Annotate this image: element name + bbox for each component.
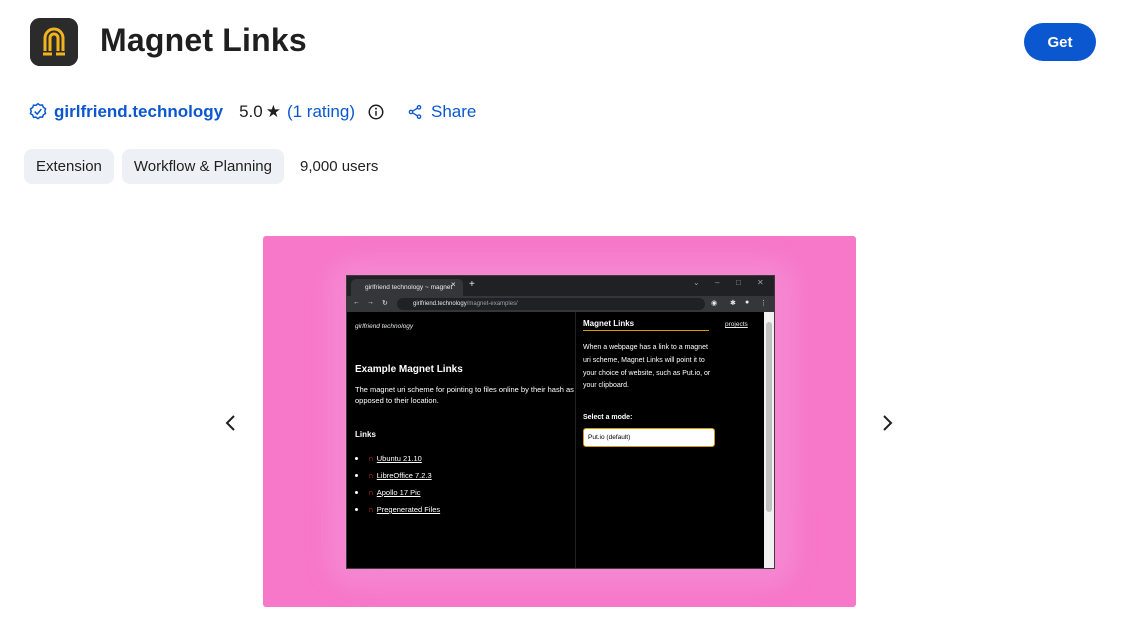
menu-icon: ⋮ [760, 300, 767, 307]
links-list: ∩ Ubuntu 21.10 ∩ LibreOffice 7.2.3 ∩ Apollo… [355, 450, 440, 518]
popup-title: Magnet Links [583, 319, 709, 331]
meta-row: girlfriend.technology 5.0 ★ (1 rating) S… [28, 100, 476, 124]
link-pregenerated: Pregenerated Files [376, 505, 441, 514]
example-heading: Example Magnet Links [355, 364, 463, 375]
user-count: 9,000 users [300, 158, 379, 175]
scroll-thumb [766, 322, 772, 512]
plus-icon: + [469, 279, 475, 290]
publisher-link[interactable]: girlfriend.technology [54, 102, 223, 122]
chip-extension[interactable]: Extension [24, 149, 114, 184]
app-title: Magnet Links [100, 22, 307, 58]
magnet-icon [30, 18, 78, 66]
list-item: ∩ Apollo 17 Pic [355, 484, 440, 501]
magnet-icon: ∩ [368, 454, 374, 463]
chevron-down-icon: ⌄ [693, 278, 700, 287]
share-icon [408, 105, 422, 119]
puzzle-icon: ✱ [730, 300, 736, 307]
browser-url: girlfriend.technology/magnet-examples/ [397, 298, 705, 310]
magnet-icon: ∩ [368, 505, 374, 514]
popup-mode-select: Put.io (default) [583, 428, 715, 447]
carousel-prev-button[interactable] [218, 410, 244, 436]
page-scrollbar [764, 312, 774, 568]
rating-count-wrapper: (1 rating) [286, 102, 355, 121]
forward-icon: → [367, 299, 374, 306]
close-icon: × [451, 280, 456, 289]
app-icon [30, 18, 78, 66]
reload-icon: ↻ [382, 300, 388, 307]
link-ubuntu: Ubuntu 21.10 [376, 454, 422, 463]
share-button[interactable]: Share [407, 102, 476, 122]
star-icon: ★ [265, 102, 281, 121]
category-chips: Extension Workflow & Planning 9,000 user… [24, 149, 378, 184]
rating-value: 5.0 [239, 102, 263, 121]
list-item: ∩ Pregenerated Files [355, 501, 440, 518]
link-libreoffice: LibreOffice 7.2.3 [376, 471, 432, 480]
verified-icon [29, 102, 47, 120]
link-apollo: Apollo 17 Pic [376, 488, 421, 497]
carousel-next-button[interactable] [874, 410, 900, 436]
chip-workflow-planning[interactable]: Workflow & Planning [121, 149, 284, 184]
browser-tab: girlfriend technology ~ magnet [351, 279, 463, 296]
profile-icon: ● [745, 299, 750, 306]
extension-icon: ◉ [711, 300, 718, 307]
magnet-icon: ∩ [368, 488, 374, 497]
popup-text: When a webpage has a link to a magnet ur… [583, 344, 711, 390]
screenshot-slide[interactable]: girlfriend technology ~ magnet × + ⌄ – □… [263, 236, 856, 607]
url-path: /magnet-examples/ [466, 301, 518, 307]
links-heading: Links [355, 430, 376, 439]
share-label: Share [431, 102, 477, 121]
list-item: ∩ Ubuntu 21.10 [355, 450, 440, 467]
minimize-icon: – [715, 278, 720, 287]
site-logo: girlfriend technology [355, 323, 414, 330]
get-button[interactable]: Get [1024, 23, 1096, 61]
projects-link: projects [725, 321, 748, 328]
browser-mockup: girlfriend technology ~ magnet × + ⌄ – □… [346, 275, 775, 569]
browser-tabbar: girlfriend technology ~ magnet × + ⌄ – □… [347, 276, 774, 296]
window-close-icon: ✕ [757, 278, 764, 287]
popup-label: Select a mode: [583, 414, 633, 421]
maximize-icon: □ [736, 278, 741, 287]
browser-urlbar: ← → ↻ girlfriend.technology/magnet-examp… [347, 296, 774, 312]
magnet-icon: ∩ [368, 471, 374, 480]
back-icon: ← [353, 299, 360, 306]
browser-tab-title: girlfriend technology ~ magnet [365, 284, 453, 291]
page-content: girlfriend technology Example Magnet Lin… [347, 312, 764, 568]
chevron-right-icon [883, 415, 893, 431]
chevron-left-icon [225, 415, 235, 431]
info-icon[interactable] [367, 103, 385, 121]
example-description: The magnet uri scheme for pointing to fi… [355, 385, 574, 405]
rating-count-link[interactable]: 1 rating [293, 102, 350, 121]
extension-popup: Magnet Links When a webpage has a link t… [575, 312, 718, 568]
list-item: ∩ LibreOffice 7.2.3 [355, 467, 440, 484]
url-host: girlfriend.technology [413, 301, 467, 307]
